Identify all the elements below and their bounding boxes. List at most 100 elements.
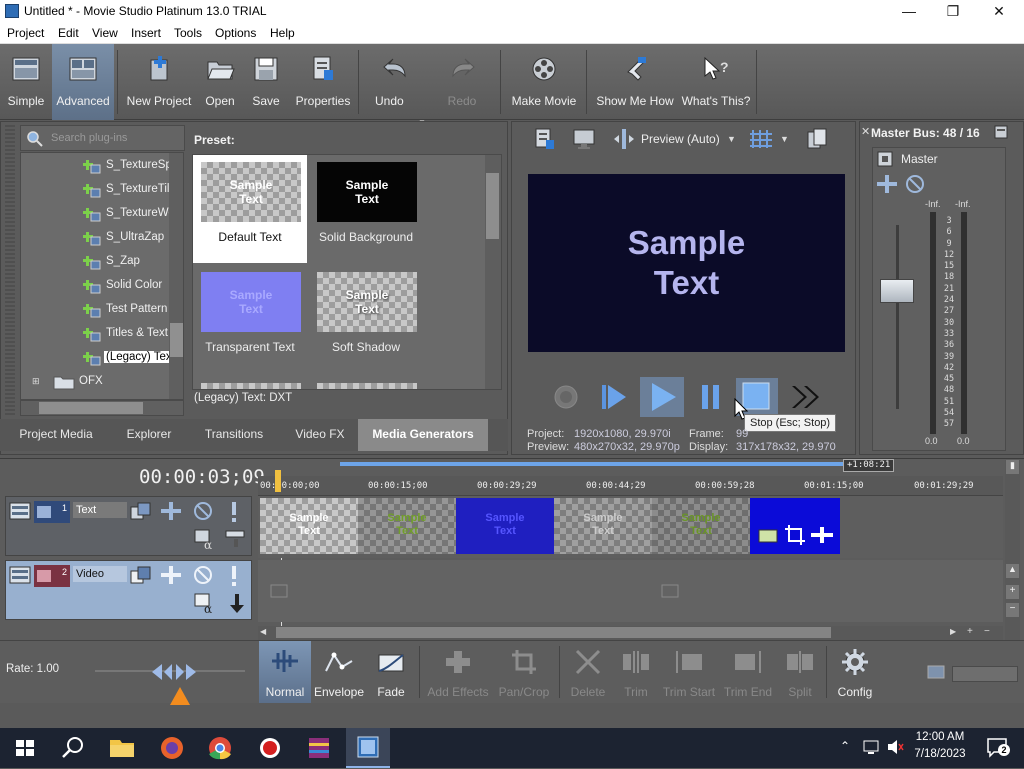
show-me-how-button[interactable]: Show Me How (592, 44, 678, 120)
firefox-icon[interactable] (155, 732, 189, 764)
folder-item[interactable]: ⊞ OFX (21, 370, 181, 394)
tab-transitions[interactable]: Transitions (196, 419, 272, 451)
plugin-item[interactable]: S_TextureWe (21, 202, 181, 226)
text-clip[interactable]: Sample Text (456, 498, 554, 554)
tab-explorer[interactable]: Explorer (112, 419, 186, 451)
winrar-icon[interactable] (302, 732, 336, 764)
preview-properties-icon[interactable] (533, 127, 557, 151)
track-name-input[interactable]: Video (73, 566, 127, 582)
split-screen-icon[interactable] (612, 128, 636, 150)
zoom-icon[interactable] (926, 662, 948, 682)
notification-center-button[interactable]: 2 (986, 736, 1010, 758)
pan-crop-icon[interactable] (784, 524, 806, 546)
search-input[interactable]: Search plug-ins (51, 132, 127, 144)
text-clip[interactable]: Sample Text (358, 498, 456, 554)
external-monitor-icon[interactable] (572, 128, 596, 150)
pause-button[interactable] (694, 382, 728, 412)
alpha-channel-icon[interactable]: α (194, 593, 218, 615)
overlays-grid-icon[interactable] (749, 128, 773, 150)
video-track-lane[interactable] (258, 560, 1003, 622)
maximize-button[interactable]: ❐ (930, 0, 976, 23)
compositing-mode-icon[interactable] (130, 565, 152, 585)
volume-muted-icon[interactable] (886, 738, 904, 756)
menu-view[interactable]: View (92, 26, 118, 40)
show-hidden-icons[interactable]: ⌃ (840, 739, 850, 753)
bus-fx-icon[interactable] (876, 174, 898, 194)
add-effects-button[interactable]: Add Effects (425, 641, 491, 703)
windows-start-icon[interactable] (8, 732, 42, 764)
chrome-icon[interactable] (203, 732, 237, 764)
file-explorer-icon[interactable] (105, 732, 139, 764)
plugin-item[interactable]: S_TextureTil (21, 178, 181, 202)
composite-down-icon[interactable] (228, 593, 246, 615)
composite-level-icon[interactable] (224, 529, 246, 549)
minimize-button[interactable]: — (886, 0, 932, 23)
tree-hscrollbar[interactable] (20, 400, 184, 416)
mute-icon[interactable] (904, 174, 926, 194)
network-icon[interactable] (862, 738, 880, 756)
zoom-out-icon[interactable]: − (1006, 603, 1019, 617)
clip-media-icon[interactable] (758, 528, 778, 544)
solo-icon[interactable] (226, 501, 242, 523)
preset-default-text[interactable]: Sample Text Default Text (193, 155, 307, 263)
timeline-vscrollbar[interactable]: ▮ ▲ + − (1005, 460, 1020, 640)
track-expand-icon[interactable] (9, 565, 31, 585)
plugin-search-box[interactable]: Search plug-ins (20, 125, 185, 151)
open-button[interactable]: Open (198, 44, 242, 120)
timeline-hscrollbar[interactable]: ◀ ▶ + − (258, 626, 1003, 640)
mute-icon[interactable] (192, 501, 214, 521)
track-expand-icon[interactable] (9, 501, 31, 521)
plugin-item[interactable]: Solid Color (21, 274, 181, 298)
record-button[interactable] (549, 382, 583, 412)
rate-slider-arrows-icon[interactable] (150, 660, 198, 684)
track-fx-icon[interactable] (160, 501, 182, 521)
alpha-channel-icon[interactable]: α (194, 529, 218, 551)
zoom-slider[interactable] (952, 666, 1018, 682)
make-movie-button[interactable]: Make Movie (508, 44, 580, 120)
preview-quality-dropdown[interactable]: Preview (Auto) (641, 132, 720, 146)
go-to-end-button[interactable] (789, 382, 823, 412)
clip-fx-icon[interactable] (810, 526, 834, 544)
mute-icon[interactable] (192, 565, 214, 585)
text-clip[interactable]: Sample Text (652, 498, 750, 554)
volume-fader-track[interactable] (896, 225, 899, 409)
preset-scrollbar[interactable] (485, 155, 501, 389)
config-button[interactable]: Config (830, 641, 880, 703)
timeline-ruler[interactable]: 00:00:00;00 00:00:15;00 00:00:29;29 00:0… (258, 476, 1003, 496)
envelope-tool-button[interactable]: Envelope (313, 641, 365, 703)
plugin-item[interactable]: S_UltraZap (21, 226, 181, 250)
text-clip[interactable]: Sample Text (260, 498, 358, 554)
split-button[interactable]: Split (778, 641, 822, 703)
search-icon[interactable] (56, 732, 90, 764)
mixer-properties-icon[interactable] (993, 124, 1009, 140)
track-header-video[interactable]: 2 Video α (5, 560, 252, 620)
movie-studio-taskbar-button[interactable] (346, 728, 390, 768)
preset-soft-shadow[interactable]: Sample Text Soft Shadow (309, 265, 423, 373)
text-clip-selected[interactable] (750, 498, 840, 554)
tab-video-fx[interactable]: Video FX (284, 419, 356, 451)
track-name-input[interactable]: Text (73, 502, 127, 518)
whats-this-button[interactable]: ? What's This? (680, 44, 752, 120)
plugin-item-selected[interactable]: (Legacy) Tex (21, 346, 181, 370)
preset-thumbnail-partial[interactable] (201, 383, 301, 389)
menu-tools[interactable]: Tools (174, 26, 202, 40)
delete-button[interactable]: Delete (564, 641, 612, 703)
trim-start-button[interactable]: Trim Start (660, 641, 718, 703)
chevron-down-icon[interactable]: ▼ (780, 134, 789, 144)
new-project-button[interactable]: New Project (122, 44, 196, 120)
tab-media-generators[interactable]: Media Generators (358, 419, 488, 451)
tree-scroll-thumb[interactable] (170, 323, 183, 357)
plugin-item[interactable]: Test Pattern (21, 298, 181, 322)
solo-icon[interactable] (226, 565, 242, 587)
scroll-up-icon[interactable]: ▲ (1006, 564, 1019, 578)
loop-region-bar[interactable] (340, 462, 845, 466)
marker-icon[interactable]: ▮ (1006, 460, 1019, 474)
compositing-mode-icon[interactable] (130, 501, 152, 521)
copy-snapshot-icon[interactable] (805, 127, 829, 151)
trim-button[interactable]: Trim (614, 641, 658, 703)
track-header-text[interactable]: 1 Text α (5, 496, 252, 556)
scroll-left-icon[interactable]: ◀ (260, 627, 266, 636)
tree-hscroll-thumb[interactable] (39, 402, 143, 414)
panel-grip[interactable] (5, 125, 15, 417)
chevron-down-icon[interactable]: ▼ (727, 134, 736, 144)
